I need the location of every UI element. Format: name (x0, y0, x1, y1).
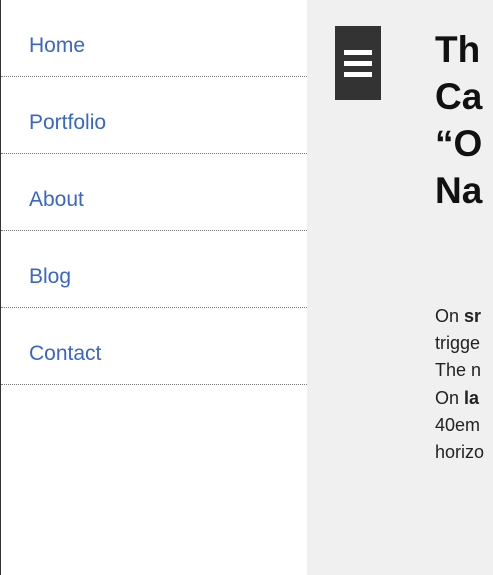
nav-list: Home Portfolio About Blog Contact (1, 0, 307, 385)
paragraph-lead: On (435, 306, 465, 326)
paragraph-lead: On (435, 388, 465, 408)
paragraph-line: The n (435, 360, 482, 380)
title-line: Ca (435, 76, 483, 117)
title-line: Na (435, 170, 483, 211)
paragraph-bold: la (464, 388, 480, 408)
paragraph-line: horizo (435, 442, 485, 462)
paragraph-bold: sr (464, 306, 482, 326)
paragraph-1: On sr trigge The n (435, 303, 481, 384)
nav-link-home[interactable]: Home (29, 34, 85, 58)
page-title: Th Ca “O Na (435, 26, 482, 214)
paragraph-line: On sr (435, 303, 481, 330)
paragraph-line: 40em (435, 415, 481, 435)
sidebar-item-about: About (1, 154, 307, 231)
paragraph-line: On la (435, 385, 484, 412)
page: Home Portfolio About Blog Contact Th Ca … (0, 0, 493, 575)
nav-link-about[interactable]: About (29, 188, 84, 212)
title-line: “O (435, 123, 483, 164)
paragraph-line: trigge (435, 333, 481, 353)
menu-toggle-button[interactable] (335, 26, 381, 100)
nav-link-portfolio[interactable]: Portfolio (29, 111, 106, 135)
nav-link-blog[interactable]: Blog (29, 265, 71, 289)
title-line: Th (435, 29, 481, 70)
main-content: Th Ca “O Na On sr trigge The n On la 40e… (307, 0, 493, 575)
hamburger-icon (344, 48, 372, 78)
nav-link-contact[interactable]: Contact (29, 342, 101, 366)
sidebar-item-contact: Contact (1, 308, 307, 385)
sidebar-item-portfolio: Portfolio (1, 77, 307, 154)
sidebar-item-home: Home (1, 0, 307, 77)
sidebar-item-blog: Blog (1, 231, 307, 308)
sidebar-nav: Home Portfolio About Blog Contact (0, 0, 307, 575)
paragraph-2: On la 40em horizo (435, 385, 484, 466)
